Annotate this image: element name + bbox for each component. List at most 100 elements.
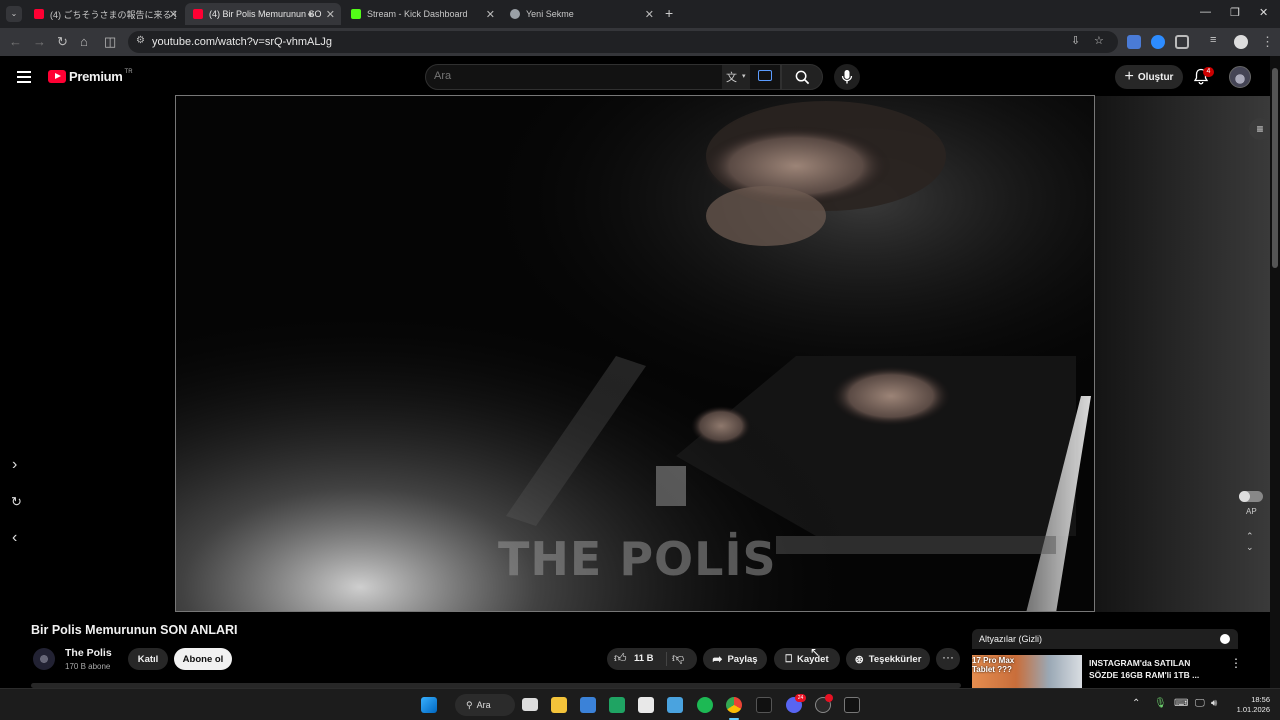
account-avatar[interactable] <box>1229 66 1251 88</box>
youtube-header: Premium TR 文 ▾ + Oluştur 4 <box>0 56 1280 96</box>
task-view-icon[interactable] <box>522 698 538 711</box>
channel-avatar[interactable] <box>33 648 55 670</box>
guide-menu-icon[interactable] <box>17 71 31 83</box>
new-tab-icon[interactable]: + <box>665 5 673 21</box>
previous-video-chevron-icon[interactable]: ‹ <box>12 529 17 547</box>
microsoft-store-icon[interactable] <box>580 697 596 713</box>
back-icon[interactable]: ← <box>9 34 22 49</box>
clock-time: 18:56 <box>1251 695 1270 704</box>
chrome-favicon-icon <box>510 9 520 19</box>
microphone-icon[interactable]: 🎙︎ <box>1154 698 1167 709</box>
clock-date: 1.01.2026 <box>1236 705 1270 714</box>
close-tab-icon[interactable]: ✕ <box>486 8 495 21</box>
reading-list-icon[interactable]: ≡ <box>1210 34 1224 48</box>
app-window-icon[interactable] <box>667 697 683 713</box>
like-count[interactable]: 11 B <box>634 653 654 664</box>
tab-kitten-video[interactable]: (4) ごちそうさまの報告に来る子猫 [ ✕ <box>26 3 184 25</box>
display-icon[interactable]: 🖵︎ <box>1195 698 1205 709</box>
voice-search-button[interactable] <box>834 64 860 90</box>
youtube-favicon-icon <box>193 9 203 19</box>
dislike-thumb-icon[interactable]: 👎︎ <box>672 651 684 666</box>
restore-icon[interactable]: ❐ <box>1230 6 1240 19</box>
scrollbar-thumb[interactable] <box>1272 68 1278 268</box>
file-explorer-icon[interactable] <box>551 697 567 713</box>
home-icon[interactable]: ⌂ <box>80 34 88 49</box>
address-bar[interactable]: ⚙ youtube.com/watch?v=srQ-vhmALJg ⇩ ☆ <box>128 31 1118 53</box>
system-clock[interactable]: 18:56 1.01.2026 <box>1226 695 1270 715</box>
close-tab-icon[interactable]: ✕ <box>326 8 335 21</box>
chrome-icon[interactable] <box>726 697 742 713</box>
toggle-knob <box>1239 491 1250 502</box>
youtube-favicon-icon <box>34 9 44 19</box>
extensions-puzzle-icon[interactable] <box>1175 35 1189 49</box>
speaker-icon[interactable]: 🔊︎ <box>308 9 314 20</box>
search-button[interactable] <box>781 64 823 90</box>
terminal-icon[interactable] <box>844 697 860 713</box>
tab-kick-dashboard[interactable]: Stream - Kick Dashboard ✕ <box>343 3 501 25</box>
subscribe-button[interactable]: Abone ol <box>174 648 232 670</box>
spotify-icon[interactable] <box>697 697 713 713</box>
taskbar-search[interactable]: ⚲ Ara <box>455 694 515 716</box>
search-icon: ⚲ <box>466 699 473 710</box>
player-side-panel <box>1095 96 1270 612</box>
expand-chevron-icon[interactable] <box>1220 634 1230 644</box>
show-hidden-icons[interactable]: ⌃ <box>1132 698 1140 709</box>
windows-start-icon[interactable] <box>421 697 437 713</box>
more-actions-button[interactable]: ··· <box>936 648 960 670</box>
taskbar-search-label: Ara <box>476 700 491 710</box>
notification-dot <box>825 694 833 702</box>
browser-toolbar: ← → ↻ ⌂ ◫ ⚙ youtube.com/watch?v=srQ-vhmA… <box>0 28 1280 56</box>
tab-title: (4) Bir Polis Memurunun SO <box>209 9 322 19</box>
split-view-icon[interactable]: ◫ <box>104 34 116 50</box>
translate-extension-icon[interactable] <box>1127 35 1141 49</box>
playlist-menu-icon[interactable]: ≡ <box>1249 118 1271 140</box>
channel-watermark: THE POLİS <box>498 532 777 586</box>
plus-icon: + <box>1124 68 1134 85</box>
photos-icon[interactable] <box>638 697 654 713</box>
video-title: Bir Polis Memurunun SON ANLARI <box>31 623 238 637</box>
close-tab-icon[interactable]: ✕ <box>645 8 654 21</box>
minimize-icon[interactable]: — <box>1200 6 1211 18</box>
autoplay-toggle[interactable] <box>1239 491 1263 502</box>
subtitles-panel-header[interactable]: Altyazılar (Gizli) <box>972 629 1238 649</box>
expand-arrows-icon[interactable]: ⌃ ⌄ <box>1246 531 1254 553</box>
save-button[interactable]: ⎕ Kaydet <box>774 648 840 670</box>
chrome-menu-icon[interactable]: ⋮ <box>1261 34 1274 50</box>
app-icon[interactable] <box>609 697 625 713</box>
recommended-video-title[interactable]: INSTAGRAM'da SATILAN SÖZDE 16GB RAM'li 1… <box>1089 657 1219 681</box>
screen-keyboard-icon[interactable] <box>752 65 780 89</box>
bookmark-star-icon[interactable]: ☆ <box>1094 34 1104 47</box>
thumbnail-caption-line1: 17 Pro Max <box>972 656 1015 665</box>
install-app-icon[interactable]: ⇩ <box>1071 34 1080 47</box>
thanks-button[interactable]: ⊛ Teşekkürler <box>846 648 930 670</box>
volume-icon[interactable]: 🔊︎ <box>1211 698 1217 709</box>
close-tab-icon[interactable]: ✕ <box>169 8 178 21</box>
tab-search-icon[interactable]: ⌄ <box>6 6 22 22</box>
keyboard-icon[interactable]: ⌨ <box>1174 698 1188 709</box>
tab-police-video[interactable]: (4) Bir Polis Memurunun SO 🔊︎ ✕ <box>185 3 341 25</box>
tab-new-tab[interactable]: Yeni Sekme ✕ <box>502 3 660 25</box>
replay-icon[interactable]: ↻ <box>11 494 22 510</box>
next-video-chevron-icon[interactable]: › <box>12 456 17 474</box>
forward-icon[interactable]: → <box>33 34 46 49</box>
keyboard-language-icon[interactable]: 文 ▾ <box>722 65 750 89</box>
page-scrollbar[interactable] <box>1270 56 1280 688</box>
search-input[interactable] <box>434 70 714 82</box>
thanks-label: Teşekkürler <box>868 653 922 665</box>
app-icon[interactable] <box>756 697 772 713</box>
autoplay-label: AP <box>1246 507 1257 516</box>
like-thumb-icon[interactable]: 👍︎ <box>614 651 627 666</box>
channel-name[interactable]: The Polis <box>65 647 112 659</box>
close-window-icon[interactable]: ✕ <box>1259 6 1268 19</box>
youtube-premium-logo[interactable]: Premium TR <box>48 69 133 84</box>
video-options-icon[interactable]: ⋮ <box>1230 656 1242 670</box>
site-info-icon[interactable]: ⚙ <box>136 35 145 46</box>
extension-icon[interactable] <box>1151 35 1165 49</box>
create-button[interactable]: + Oluştur <box>1115 65 1183 89</box>
discord-badge: 24 <box>795 694 806 702</box>
thumbnail-caption-line2: Tablet ??? <box>972 665 1012 674</box>
reload-icon[interactable]: ↻ <box>57 34 68 50</box>
share-button[interactable]: ➦ Paylaş <box>703 648 767 670</box>
join-button[interactable]: Katıl <box>128 648 168 670</box>
profile-avatar-icon[interactable] <box>1234 35 1248 49</box>
